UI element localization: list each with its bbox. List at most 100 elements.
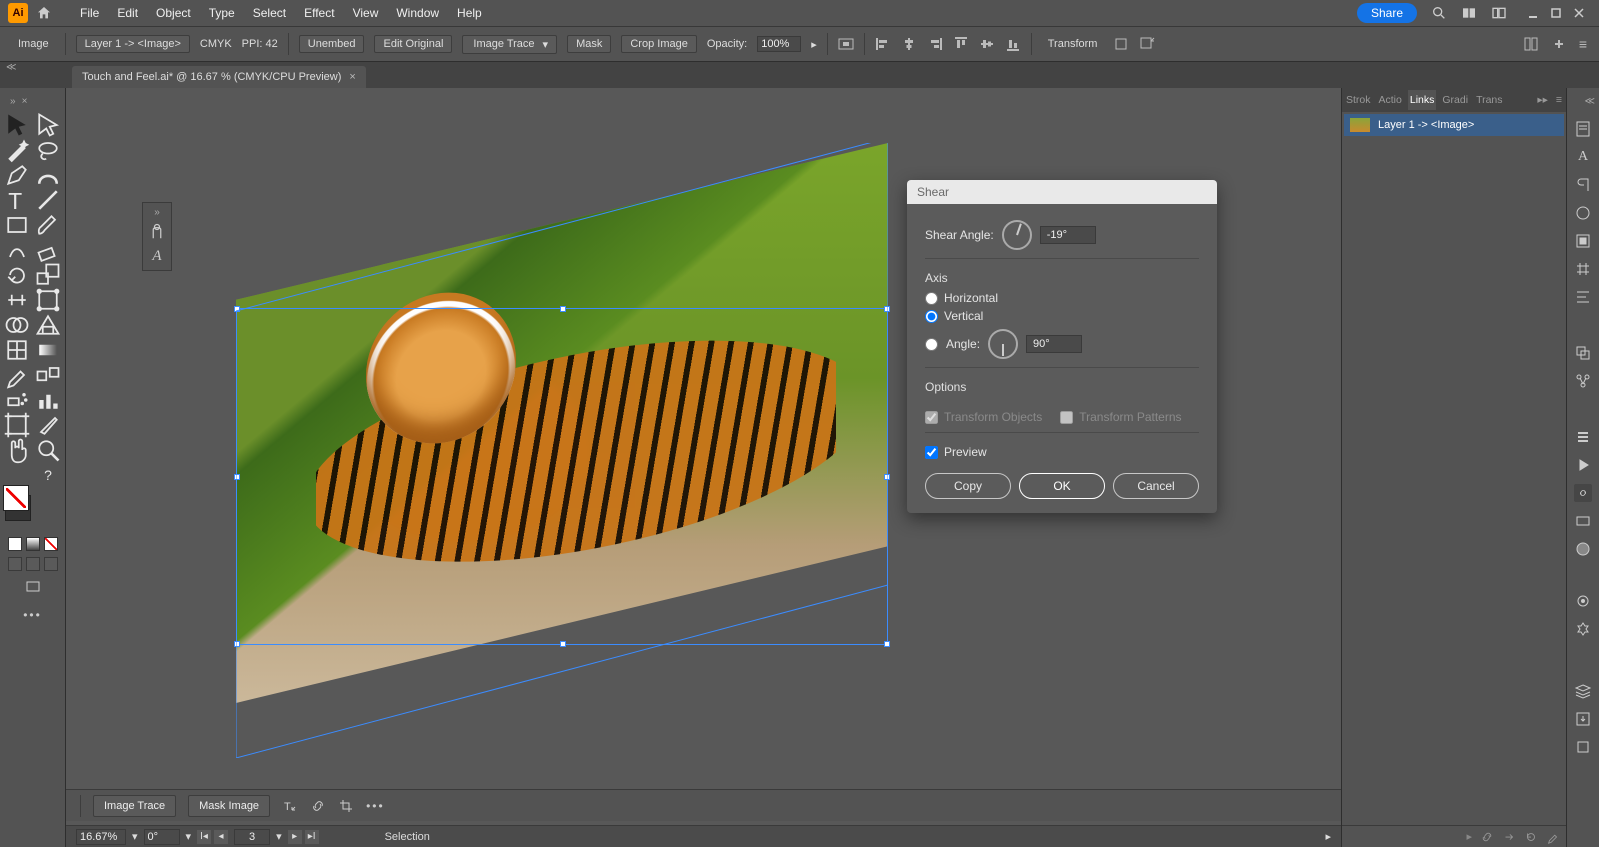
symbol-sprayer-tool[interactable] xyxy=(3,389,31,411)
handle-bm[interactable] xyxy=(560,641,566,647)
pen-tool[interactable] xyxy=(3,164,31,186)
menu-edit[interactable]: Edit xyxy=(109,2,146,24)
lasso-tool[interactable] xyxy=(34,139,62,161)
width-tool[interactable] xyxy=(3,289,31,311)
menu-type[interactable]: Type xyxy=(201,2,243,24)
glyphs-character-icon[interactable] xyxy=(147,222,167,242)
workspace-switch-icon[interactable] xyxy=(1461,5,1477,21)
scale-tool[interactable] xyxy=(34,264,62,286)
appearance-panel-icon[interactable] xyxy=(1574,204,1592,222)
artboard-dropdown-icon[interactable]: ▾ xyxy=(276,830,282,843)
prev-artboard-icon[interactable]: ◂ xyxy=(214,830,228,844)
shape-builder-tool[interactable] xyxy=(3,314,31,336)
axis-angle-radio[interactable] xyxy=(925,338,938,351)
draw-behind[interactable] xyxy=(26,557,40,571)
libraries-panel-icon[interactable] xyxy=(1574,232,1592,250)
menu-view[interactable]: View xyxy=(345,2,387,24)
toolbar-collapse-icon[interactable]: » xyxy=(10,96,16,107)
zoom-dropdown-icon[interactable]: ▾ xyxy=(132,830,138,843)
transform-button[interactable]: Transform xyxy=(1042,36,1104,52)
links-panel-icon[interactable] xyxy=(1574,484,1592,502)
puppet-panel-icon[interactable] xyxy=(1574,372,1592,390)
layers-panel-icon[interactable] xyxy=(1574,682,1592,700)
angle-wheel[interactable] xyxy=(988,329,1018,359)
isolate-icon[interactable] xyxy=(1113,36,1129,52)
align-vcenter-icon[interactable] xyxy=(979,36,995,52)
slice-tool[interactable] xyxy=(34,414,62,436)
collapse-controlbar-icon[interactable]: ≪ xyxy=(6,62,16,73)
gradient-tool[interactable] xyxy=(34,339,62,361)
update-link-icon[interactable] xyxy=(1524,830,1538,844)
document-tab[interactable]: Touch and Feel.ai* @ 16.67 % (CMYK/CPU P… xyxy=(72,66,366,88)
minimize-icon[interactable] xyxy=(1527,7,1539,19)
next-artboard-icon[interactable]: ▸ xyxy=(288,830,302,844)
tab-gradient[interactable]: Gradi xyxy=(1440,90,1470,110)
preview-checkbox[interactable]: Preview xyxy=(925,445,1199,459)
home-icon[interactable] xyxy=(34,3,54,23)
rotate-tool[interactable] xyxy=(3,264,31,286)
artboards-panel-icon[interactable] xyxy=(1574,738,1592,756)
status-scroll-icon[interactable]: ▸ xyxy=(1325,830,1331,843)
rotate-dropdown-icon[interactable]: ▾ xyxy=(186,830,192,843)
opacity-chevron-icon[interactable]: ▸ xyxy=(811,38,817,51)
ok-button[interactable]: OK xyxy=(1019,473,1105,499)
menu-select[interactable]: Select xyxy=(245,2,294,24)
text-wrap-icon[interactable]: T xyxy=(282,798,298,814)
character-panel-icon[interactable]: A xyxy=(1574,148,1592,166)
rectangle-tool[interactable] xyxy=(3,214,31,236)
panel-expand-icon[interactable]: ▸▸ xyxy=(1535,90,1550,110)
zoom-tool[interactable] xyxy=(34,439,62,461)
close-icon[interactable] xyxy=(1573,7,1585,19)
align-bottom-icon[interactable] xyxy=(1005,36,1021,52)
panel-menu-icon[interactable]: ≡ xyxy=(1579,36,1587,52)
artboard-number-input[interactable] xyxy=(234,829,270,845)
relink-icon[interactable] xyxy=(1480,830,1494,844)
free-transform-tool[interactable] xyxy=(34,289,62,311)
handle-tm[interactable] xyxy=(560,306,566,312)
list-panel-icon[interactable] xyxy=(1574,428,1592,446)
goto-link-icon[interactable] xyxy=(1502,830,1516,844)
contextual-task-panel[interactable]: » A xyxy=(142,202,172,271)
perspective-tool[interactable] xyxy=(34,314,62,336)
cancel-button[interactable]: Cancel xyxy=(1113,473,1199,499)
image-trace-button[interactable]: Image Trace xyxy=(93,795,176,817)
tab-stroke[interactable]: Strok xyxy=(1344,90,1373,110)
search-icon[interactable] xyxy=(1431,5,1447,21)
edit-toolbar-icon[interactable]: ••• xyxy=(23,608,42,622)
properties-panel-icon[interactable] xyxy=(1574,120,1592,138)
more-footer-icon[interactable]: ••• xyxy=(366,799,385,813)
first-artboard-icon[interactable]: I◂ xyxy=(197,830,211,844)
align-panel-icon[interactable] xyxy=(1574,288,1592,306)
brushes-panel-icon[interactable] xyxy=(1574,592,1592,610)
tab-links[interactable]: Links xyxy=(1408,90,1437,110)
panel-menu-icon[interactable]: ≡ xyxy=(1554,90,1564,110)
unembed-button[interactable]: Unembed xyxy=(299,35,365,53)
play-panel-icon[interactable] xyxy=(1574,456,1592,474)
handle-br[interactable] xyxy=(884,641,890,647)
maximize-icon[interactable] xyxy=(1550,7,1562,19)
handle-bl[interactable] xyxy=(234,641,240,647)
handle-mr[interactable] xyxy=(884,474,890,480)
preferences-icon[interactable] xyxy=(1551,36,1567,52)
align-hcenter-icon[interactable] xyxy=(901,36,917,52)
eraser-tool[interactable] xyxy=(34,239,62,261)
copy-button[interactable]: Copy xyxy=(925,473,1011,499)
grid-panel-icon[interactable] xyxy=(1574,260,1592,278)
shear-angle-input[interactable] xyxy=(1040,226,1096,244)
crop-image-button[interactable]: Crop Image xyxy=(621,35,696,53)
align-top-icon[interactable] xyxy=(953,36,969,52)
mask-image-button[interactable]: Mask Image xyxy=(188,795,270,817)
menu-window[interactable]: Window xyxy=(388,2,447,24)
swatches-panel-icon[interactable] xyxy=(1574,512,1592,530)
rail-collapse-icon[interactable]: ≪ xyxy=(1567,96,1599,110)
pathfinder-panel-icon[interactable] xyxy=(1574,344,1592,362)
edit-original-button[interactable]: Edit Original xyxy=(374,35,452,53)
menu-effect[interactable]: Effect xyxy=(296,2,342,24)
color-mode-gradient[interactable] xyxy=(26,537,40,551)
edit-link-icon[interactable] xyxy=(1546,830,1560,844)
angle-input[interactable] xyxy=(1026,335,1082,353)
shear-angle-wheel[interactable] xyxy=(1002,220,1032,250)
last-artboard-icon[interactable]: ▸I xyxy=(305,830,319,844)
color-panel-icon[interactable] xyxy=(1574,540,1592,558)
align-artboard-icon[interactable] xyxy=(838,36,854,52)
